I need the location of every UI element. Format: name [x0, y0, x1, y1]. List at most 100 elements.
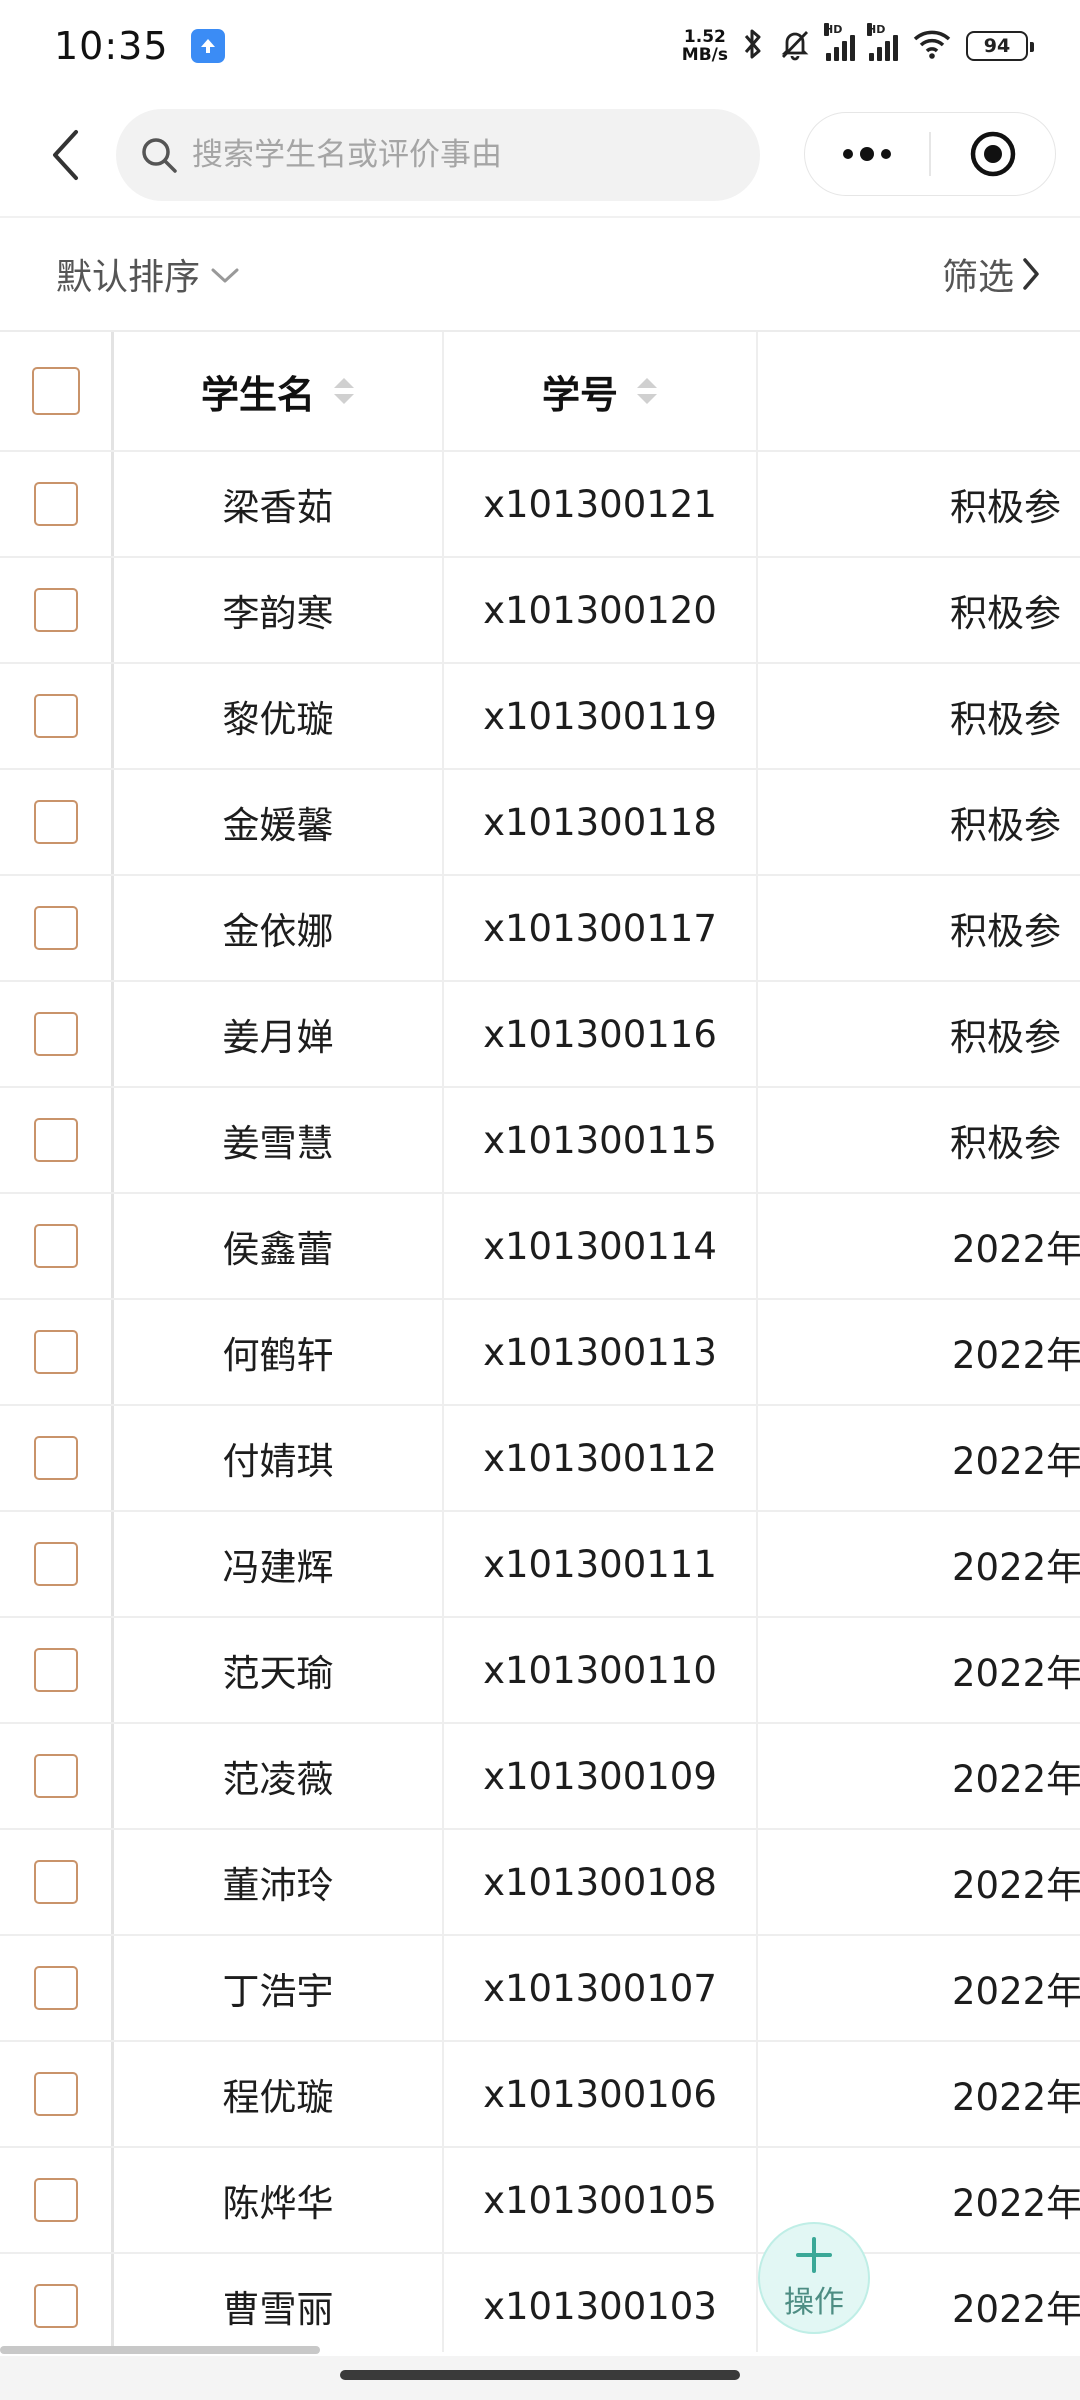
row-checkbox[interactable]: [33, 1542, 78, 1586]
table-row[interactable]: 董沛玲 x101300108 2022年: [0, 1830, 1080, 1936]
target-close-icon: [970, 131, 1016, 177]
table-row[interactable]: 侯鑫蕾 x101300114 2022年: [0, 1194, 1080, 1300]
row-checkbox[interactable]: [33, 1966, 78, 2010]
back-button[interactable]: [40, 122, 90, 188]
evaluation-reason: 积极参: [950, 486, 1061, 529]
student-id: x101300120: [444, 558, 758, 662]
close-miniprogram-button[interactable]: [931, 113, 1055, 195]
table-row[interactable]: 陈烨华 x101300105 2022年: [0, 2148, 1080, 2254]
evaluation-reason: 积极参: [950, 1016, 1061, 1059]
evaluation-reason: 2022年: [952, 1334, 1080, 1377]
sort-filter-bar: 默认排序 筛选: [0, 218, 1080, 330]
evaluation-reason: 积极参: [950, 910, 1061, 953]
mute-bell-icon: [778, 27, 812, 65]
student-id: x101300112: [444, 1406, 758, 1510]
student-id: x101300103: [444, 2254, 758, 2352]
status-bar: 10:35 1.52 MB/s HD HD 94: [0, 0, 1080, 92]
table-row[interactable]: 姜雪慧 x101300115 积极参: [0, 1088, 1080, 1194]
student-id: x101300114: [444, 1194, 758, 1298]
table-row[interactable]: 金依娜 x101300117 积极参: [0, 876, 1080, 982]
filter-button[interactable]: 筛选: [942, 248, 1040, 300]
row-checkbox[interactable]: [33, 2284, 78, 2328]
row-checkbox[interactable]: [33, 800, 78, 844]
evaluation-reason: 积极参: [950, 592, 1061, 635]
table-row[interactable]: 冯建辉 x101300111 2022年: [0, 1512, 1080, 1618]
student-name: 李韵寒: [114, 558, 444, 662]
miniprogram-capsule: [804, 112, 1056, 196]
evaluation-reason: 积极参: [950, 1122, 1061, 1165]
table-row[interactable]: 丁浩宇 x101300107 2022年: [0, 1936, 1080, 2042]
evaluation-reason: 2022年: [952, 1652, 1080, 1695]
sort-arrows-icon[interactable]: [636, 377, 658, 405]
header-name-label: 学生名: [200, 372, 315, 417]
evaluation-reason: 2022年: [952, 1970, 1080, 2013]
sort-dropdown[interactable]: 默认排序: [56, 248, 200, 300]
table-row[interactable]: 程优璇 x101300106 2022年: [0, 2042, 1080, 2148]
chevron-down-icon[interactable]: [210, 267, 240, 285]
student-name: 姜月婵: [114, 982, 444, 1086]
filter-label: 筛选: [941, 257, 1014, 298]
signal-2-tag: HD: [867, 23, 886, 36]
action-fab-button[interactable]: 操作: [758, 2222, 870, 2334]
student-id: x101300108: [444, 1830, 758, 1934]
student-name: 金依娜: [114, 876, 444, 980]
sort-arrows-icon[interactable]: [333, 377, 355, 405]
header-id-column[interactable]: 学号: [444, 332, 758, 450]
row-checkbox[interactable]: [33, 1118, 78, 1162]
select-all-checkbox[interactable]: [31, 367, 80, 415]
student-name: 姜雪慧: [114, 1088, 444, 1192]
table-row[interactable]: 范凌薇 x101300109 2022年: [0, 1724, 1080, 1830]
student-id: x101300121: [444, 452, 758, 556]
evaluation-reason: 2022年: [952, 2076, 1080, 2119]
student-id: x101300118: [444, 770, 758, 874]
row-checkbox[interactable]: [33, 2072, 78, 2116]
student-id: x101300115: [444, 1088, 758, 1192]
row-checkbox[interactable]: [33, 1860, 78, 1904]
home-indicator[interactable]: [340, 2370, 740, 2380]
student-name: 冯建辉: [114, 1512, 444, 1616]
row-checkbox[interactable]: [33, 1648, 78, 1692]
search-box[interactable]: [116, 109, 760, 201]
evaluation-reason: 2022年: [952, 1546, 1080, 1589]
table-row[interactable]: 黎优璇 x101300119 积极参: [0, 664, 1080, 770]
student-name: 梁香茹: [114, 452, 444, 556]
wifi-icon: [912, 28, 952, 64]
table-row[interactable]: 姜月婵 x101300116 积极参: [0, 982, 1080, 1088]
table-row[interactable]: 付婧琪 x101300112 2022年: [0, 1406, 1080, 1512]
row-checkbox[interactable]: [33, 694, 78, 738]
more-button[interactable]: [805, 113, 929, 195]
row-checkbox[interactable]: [33, 1330, 78, 1374]
evaluation-reason: 2022年: [952, 1440, 1080, 1483]
search-input[interactable]: [192, 137, 712, 173]
row-checkbox[interactable]: [33, 906, 78, 950]
table-row[interactable]: 何鹤轩 x101300113 2022年: [0, 1300, 1080, 1406]
row-checkbox[interactable]: [33, 1754, 78, 1798]
student-id: x101300106: [444, 2042, 758, 2146]
student-id: x101300111: [444, 1512, 758, 1616]
battery-level: 94: [983, 35, 1011, 57]
student-id: x101300107: [444, 1936, 758, 2040]
row-checkbox[interactable]: [33, 1224, 78, 1268]
student-name: 董沛玲: [114, 1830, 444, 1934]
evaluation-reason: 积极参: [950, 698, 1061, 741]
student-name: 陈烨华: [114, 2148, 444, 2252]
row-checkbox[interactable]: [33, 482, 78, 526]
fab-label: 操作: [784, 2285, 844, 2320]
row-checkbox[interactable]: [33, 1012, 78, 1056]
table-row[interactable]: 李韵寒 x101300120 积极参: [0, 558, 1080, 664]
table-row[interactable]: 范天瑜 x101300110 2022年: [0, 1618, 1080, 1724]
student-id: x101300116: [444, 982, 758, 1086]
search-icon: [142, 138, 177, 173]
chevron-left-icon: [53, 130, 78, 180]
student-id: x101300117: [444, 876, 758, 980]
table-row[interactable]: 金媛馨 x101300118 积极参: [0, 770, 1080, 876]
table-row[interactable]: 曹雪丽 x101300103 2022年: [0, 2254, 1080, 2352]
horizontal-scrollbar[interactable]: [0, 2346, 320, 2354]
evaluation-reason: 2022年: [952, 1864, 1080, 1907]
header-name-column[interactable]: 学生名: [114, 332, 444, 450]
row-checkbox[interactable]: [33, 588, 78, 632]
table-row[interactable]: 梁香茹 x101300121 积极参: [0, 452, 1080, 558]
student-name: 范天瑜: [114, 1618, 444, 1722]
row-checkbox[interactable]: [33, 2178, 78, 2222]
row-checkbox[interactable]: [33, 1436, 78, 1480]
